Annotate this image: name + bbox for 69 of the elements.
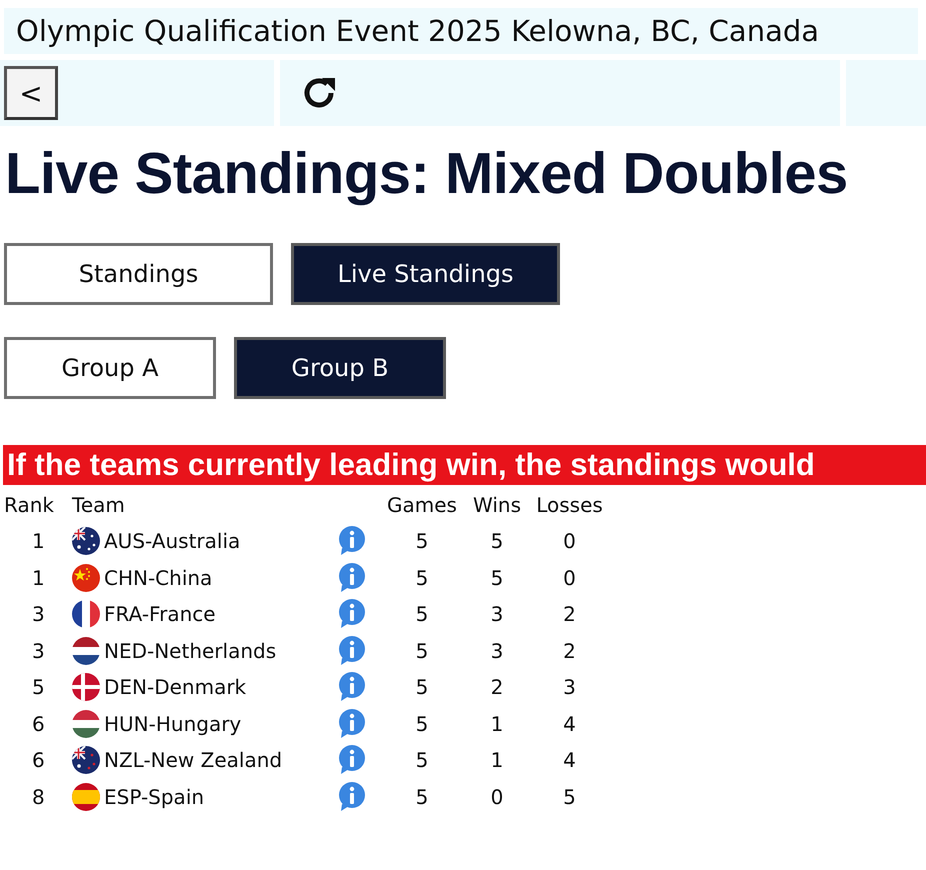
losses-cell: 0 — [563, 566, 576, 590]
info-icon[interactable] — [338, 708, 366, 739]
column-header: Team — [72, 493, 125, 517]
info-icon[interactable] — [338, 599, 366, 630]
losses-cell: 5 — [563, 784, 576, 809]
rank-cell: 1 — [32, 529, 45, 554]
games-cell: 5 — [416, 712, 428, 736]
rank-cell: 8 — [32, 784, 45, 809]
rank-cell: 6 — [32, 712, 45, 736]
rank-cell: 3 — [32, 638, 45, 663]
column-header: Losses — [536, 493, 603, 517]
games-cell: 5 — [416, 602, 428, 626]
rank-cell: 1 — [32, 566, 45, 590]
info-icon[interactable] — [338, 526, 366, 556]
team-name: NZL-New Zealand — [104, 748, 282, 772]
wins-cell: 1 — [490, 748, 504, 772]
info-icon[interactable] — [338, 672, 366, 702]
games-cell: 5 — [416, 748, 428, 772]
flag-icon — [72, 673, 100, 702]
wins-cell: 0 — [490, 784, 504, 809]
games-cell: 5 — [416, 784, 428, 809]
info-icon[interactable] — [338, 745, 366, 776]
wins-cell: 5 — [490, 529, 504, 554]
games-cell: 5 — [416, 529, 428, 554]
games-cell: 5 — [416, 638, 428, 663]
rank-cell: 6 — [32, 748, 45, 772]
team-name: AUS-Australia — [104, 529, 240, 554]
info-icon[interactable] — [338, 782, 366, 812]
flag-icon — [72, 564, 100, 592]
losses-cell: 4 — [563, 748, 576, 772]
info-banner: If the teams currently leading win, the standings would — [3, 445, 926, 485]
losses-cell: 2 — [563, 602, 576, 626]
flag-icon — [72, 600, 100, 628]
flag-icon — [72, 782, 100, 811]
flag-icon — [72, 636, 100, 665]
losses-cell: 4 — [563, 712, 576, 736]
wins-cell: 1 — [490, 712, 504, 736]
team-name: ESP-Spain — [104, 784, 204, 809]
view-tab[interactable]: Standings — [4, 243, 273, 305]
rank-cell: 5 — [32, 675, 45, 700]
info-icon[interactable] — [338, 562, 366, 593]
team-name: NED-Netherlands — [104, 638, 276, 663]
team-name: FRA-France — [104, 602, 216, 626]
column-header: Games — [387, 493, 457, 517]
losses-cell: 2 — [563, 638, 576, 663]
event-title: Olympic Qualification Event 2025 Kelowna, BC, Canada — [4, 8, 918, 54]
page-heading: Live Standings: Mixed Doubles — [5, 140, 849, 207]
back-button[interactable]: < — [4, 66, 58, 120]
losses-cell: 3 — [563, 675, 576, 700]
wins-cell: 3 — [490, 602, 504, 626]
group-tab[interactable]: Group A — [4, 337, 216, 399]
team-name: HUN-Hungary — [104, 712, 242, 736]
column-header: Rank — [4, 493, 54, 517]
games-cell: 5 — [416, 566, 428, 590]
flag-icon — [72, 746, 100, 774]
view-tab[interactable]: Live Standings — [291, 243, 560, 305]
flag-icon — [72, 710, 100, 738]
wins-cell: 5 — [490, 566, 504, 590]
losses-cell: 0 — [563, 529, 576, 554]
games-cell: 5 — [416, 675, 428, 700]
column-header: Wins — [473, 493, 521, 517]
team-name: CHN-China — [104, 566, 212, 590]
info-icon[interactable] — [338, 636, 366, 666]
flag-icon — [72, 527, 100, 556]
group-tab[interactable]: Group B — [234, 337, 446, 399]
team-name: DEN-Denmark — [104, 675, 246, 700]
wins-cell: 3 — [490, 638, 504, 663]
wins-cell: 2 — [490, 675, 504, 700]
rank-cell: 3 — [32, 602, 45, 626]
